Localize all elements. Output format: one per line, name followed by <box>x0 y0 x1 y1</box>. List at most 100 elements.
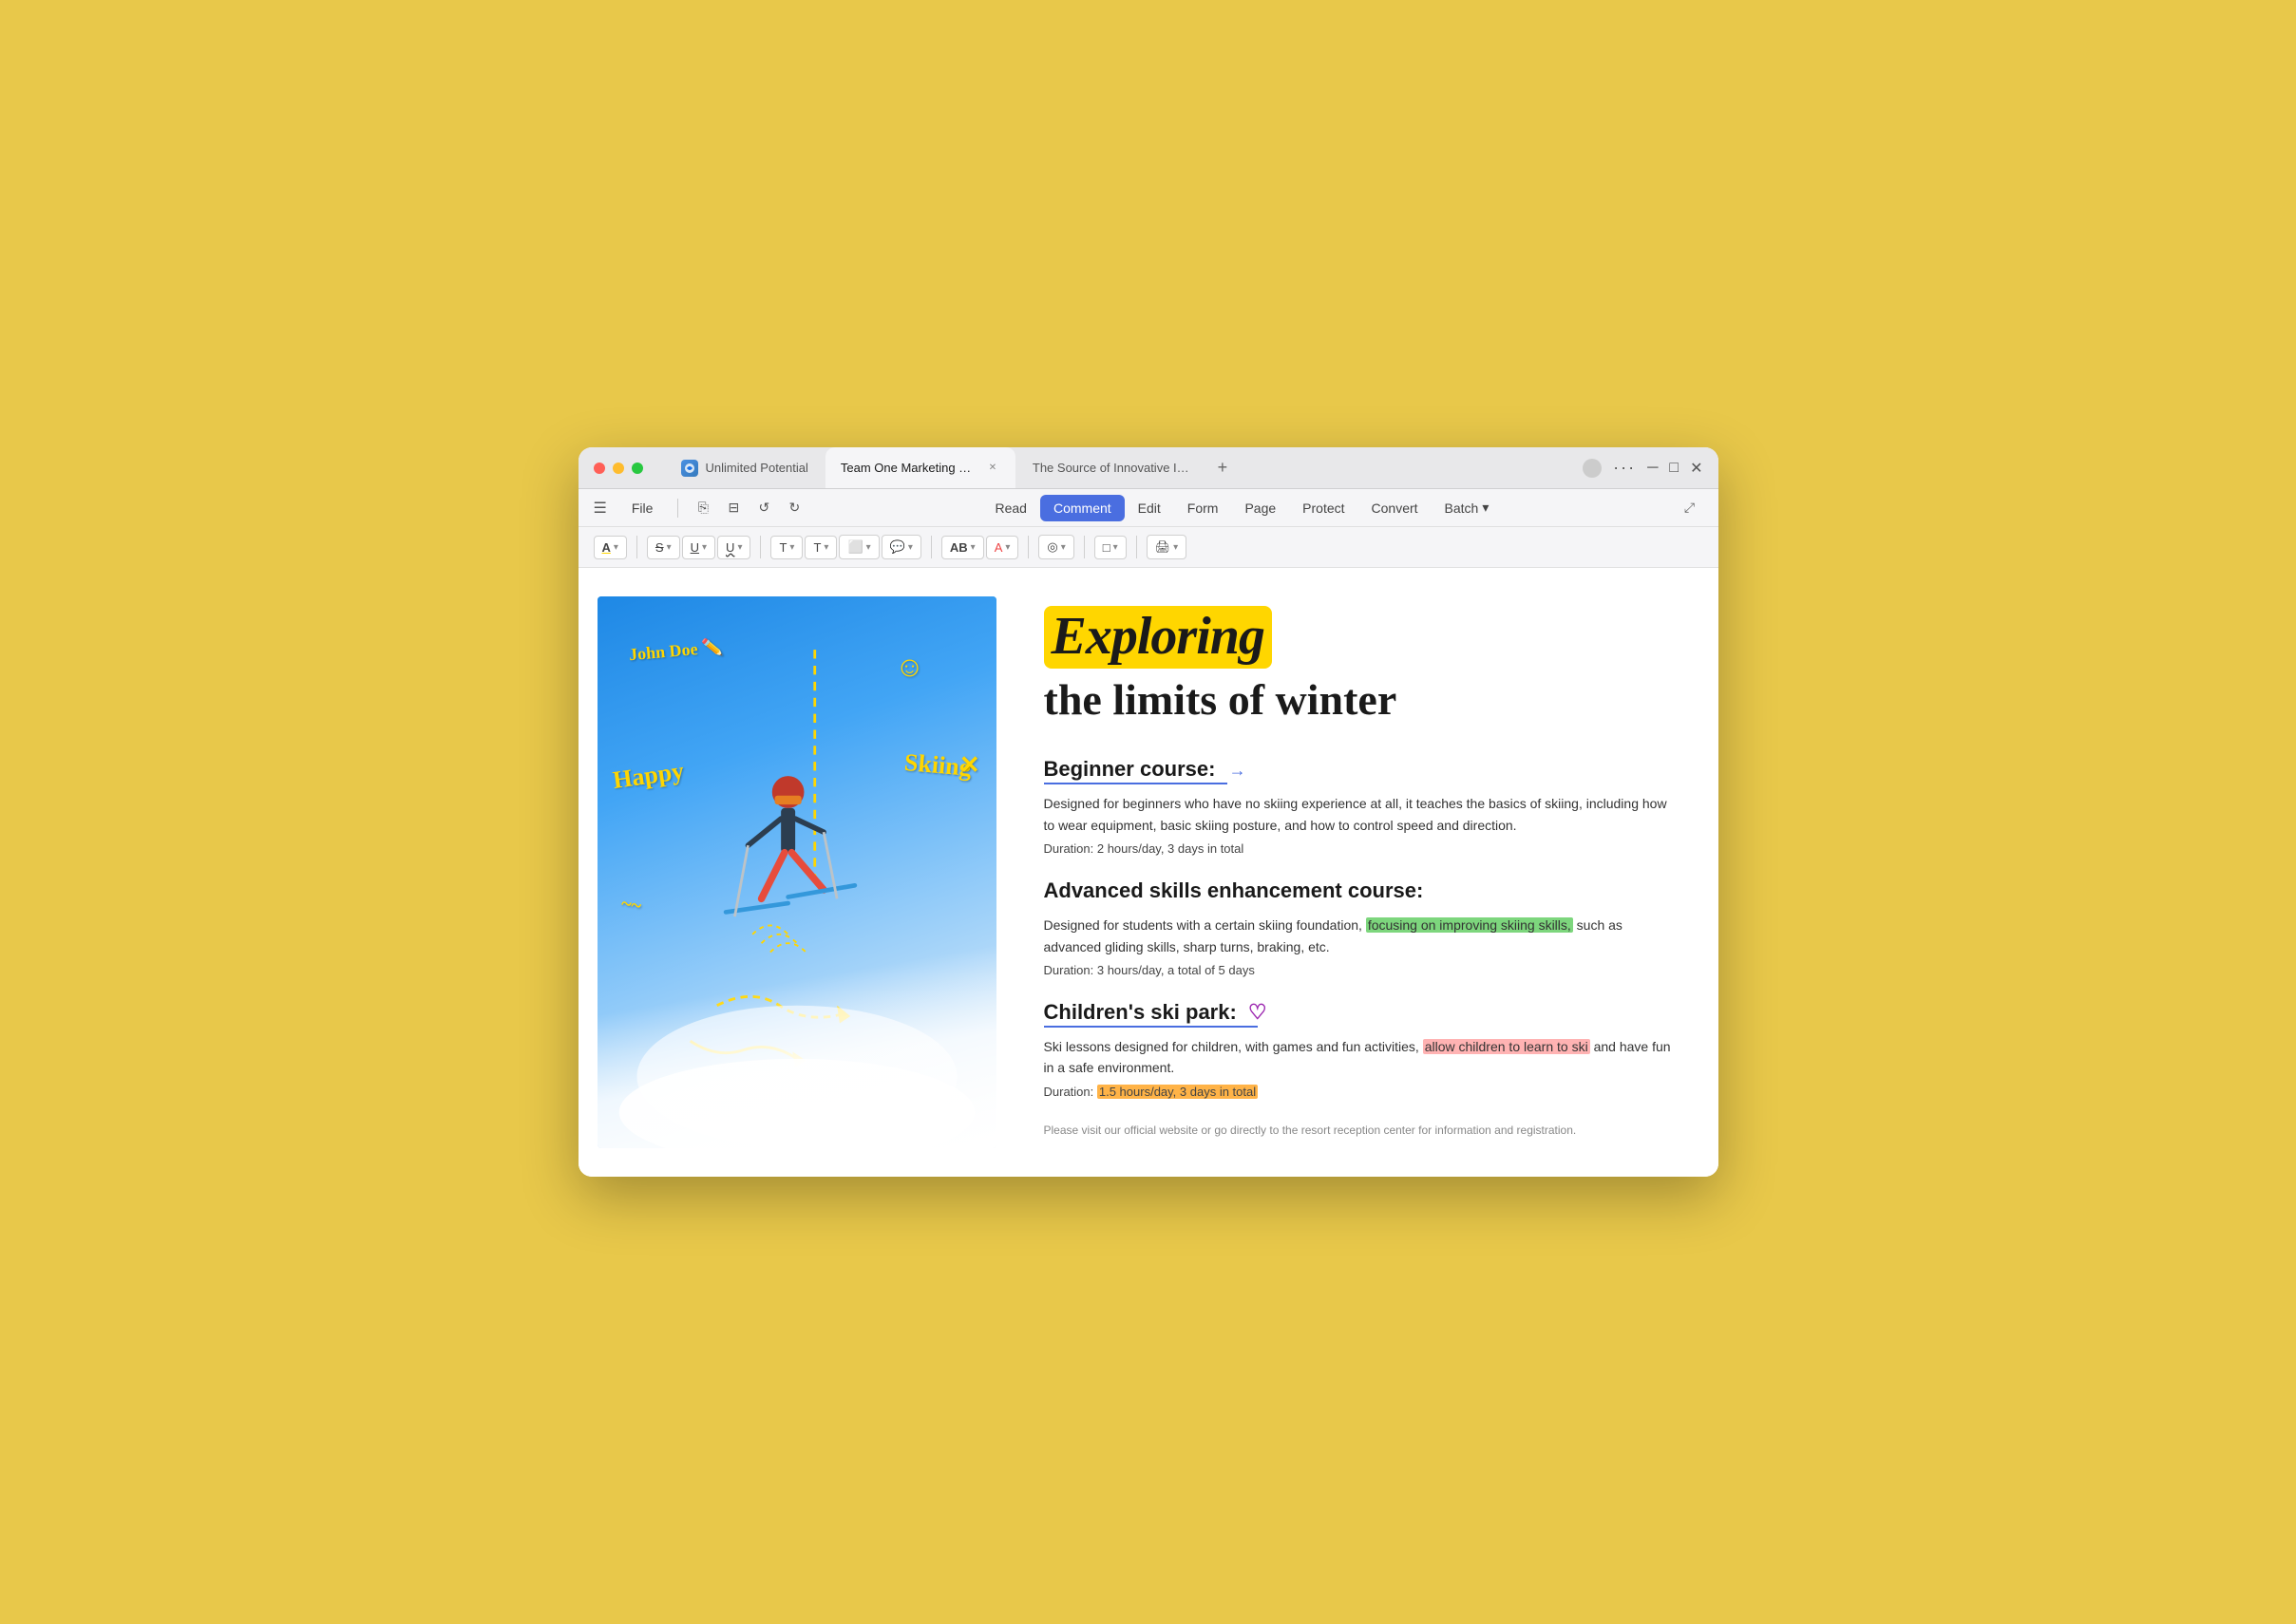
exploring-word: Exploring <box>1044 606 1272 669</box>
underline-chevron-icon: ▾ <box>702 542 707 553</box>
more-options-button[interactable]: ··· <box>1613 458 1636 478</box>
text-tools-group: T ▾ T ▾ ⬜ ▾ 💬 ▾ <box>770 535 920 559</box>
comment-chevron-icon: ▾ <box>908 542 913 553</box>
content-area: John Doe ✏️ ☺ Happy Skiing ✕ <box>579 568 1718 1177</box>
title-bar-actions: ··· ─ □ ✕ <box>1567 458 1717 478</box>
beginner-title: Beginner course: → <box>1044 757 1246 782</box>
menu-file[interactable]: File <box>618 495 667 521</box>
text-icon: T <box>779 540 787 555</box>
tab-source[interactable]: The Source of Innovative In... <box>1017 447 1207 488</box>
tab-label-team-one: Team One Marketing Str... <box>841 461 977 475</box>
hamburger-menu[interactable]: ☰ <box>594 499 607 518</box>
heart-icon: ♡ <box>1248 1000 1267 1024</box>
advanced-section: Advanced skills enhancement course: Desi… <box>1044 856 1680 977</box>
font-size-button[interactable]: AB ▾ <box>941 536 984 559</box>
fontsize-chevron-icon: ▾ <box>971 542 976 553</box>
print-chevron-icon: ▾ <box>1173 542 1178 553</box>
tab-label-source: The Source of Innovative In... <box>1033 461 1192 475</box>
tab-unlimited-potential[interactable]: Unlimited Potential <box>666 447 824 488</box>
children-title: Children's ski park: ♡ <box>1044 1000 1267 1025</box>
toolbar-divider-2 <box>760 536 761 558</box>
minimize-window-button[interactable] <box>613 463 624 474</box>
annotation-cross: ✕ <box>959 751 980 780</box>
menu-right: ⤢ <box>1677 495 1703 521</box>
shape-group: □ ▾ <box>1094 536 1127 559</box>
copy-icon[interactable]: ⎘ <box>690 495 716 521</box>
user-avatar[interactable] <box>1583 459 1602 478</box>
close-window-button[interactable] <box>594 463 605 474</box>
limits-line: the limits of winter <box>1044 675 1397 724</box>
textbox-button[interactable]: T ▾ <box>805 536 837 559</box>
squiggly-chevron-icon: ▾ <box>737 542 742 553</box>
browser-window: Unlimited Potential Team One Marketing S… <box>579 447 1718 1177</box>
highlight-button[interactable]: A ▾ <box>594 536 627 559</box>
menu-form[interactable]: Form <box>1174 495 1232 521</box>
squiggly-underline-button[interactable]: U ▾ <box>717 536 750 559</box>
print-button[interactable]: 🖨 ▾ <box>1147 535 1187 559</box>
underline-icon: U <box>691 540 699 555</box>
highlight-group: A ▾ <box>594 536 627 559</box>
eraser-chevron-icon: ▾ <box>1061 542 1066 553</box>
advanced-duration: Duration: 3 hours/day, a total of 5 days <box>1044 963 1680 977</box>
maximize-button[interactable]: □ <box>1669 460 1679 477</box>
advanced-highlight: focusing on improving skiing skills, <box>1366 917 1573 933</box>
highlight-icon: A <box>602 540 611 555</box>
print-icon[interactable]: ⊟ <box>720 495 747 521</box>
tab-close-button[interactable]: ✕ <box>985 461 1000 476</box>
print-icon: 🖨 <box>1155 539 1171 555</box>
strikethrough-chevron-icon: ▾ <box>667 542 672 553</box>
menu-protect[interactable]: Protect <box>1289 495 1357 521</box>
textbox-icon: T <box>813 540 821 555</box>
menu-batch[interactable]: Batch ▾ <box>1432 494 1503 521</box>
children-duration: Duration: 1.5 hours/day, 3 days in total <box>1044 1085 1680 1099</box>
shape-button[interactable]: □ ▾ <box>1094 536 1127 559</box>
textbox-chevron-icon: ▾ <box>824 542 828 553</box>
print-group: 🖨 ▾ <box>1147 535 1187 559</box>
maximize-window-button[interactable] <box>632 463 643 474</box>
window-controls <box>579 463 658 474</box>
annotation-happy: Happy <box>612 757 687 795</box>
children-section: Children's ski park: ♡ Ski lessons desig… <box>1044 977 1680 1099</box>
menu-edit[interactable]: Edit <box>1125 495 1174 521</box>
callout-icon: ⬜ <box>847 539 863 555</box>
ski-image-panel: John Doe ✏️ ☺ Happy Skiing ✕ <box>598 596 996 1148</box>
title-bar: Unlimited Potential Team One Marketing S… <box>579 447 1718 489</box>
text-button[interactable]: T ▾ <box>770 536 803 559</box>
document-content: John Doe ✏️ ☺ Happy Skiing ✕ <box>579 568 1718 1177</box>
shape-chevron-icon: ▾ <box>1113 542 1118 553</box>
children-highlight: allow children to learn to ski <box>1423 1039 1590 1054</box>
annotation-john-doe: John Doe ✏️ <box>628 636 724 665</box>
window-shadow: Unlimited Potential Team One Marketing S… <box>579 447 1718 1177</box>
font-color-icon: A <box>995 540 1003 555</box>
font-color-button[interactable]: A ▾ <box>986 536 1019 559</box>
minimize-button[interactable]: ─ <box>1647 460 1658 477</box>
strikethrough-button[interactable]: S ▾ <box>647 536 680 559</box>
tab-team-one[interactable]: Team One Marketing Str... ✕ <box>825 447 1015 488</box>
children-duration-highlight: 1.5 hours/day, 3 days in total <box>1097 1085 1258 1099</box>
beginner-body: Designed for beginners who have no skiin… <box>1044 793 1680 836</box>
tabs-area: Unlimited Potential Team One Marketing S… <box>658 447 1568 488</box>
hero-title: Exploring the limits of winter <box>1044 606 1680 727</box>
close-button[interactable]: ✕ <box>1690 459 1702 478</box>
eraser-group: ◎ ▾ <box>1038 535 1073 559</box>
menu-page[interactable]: Page <box>1231 495 1289 521</box>
eraser-button[interactable]: ◎ ▾ <box>1038 535 1073 559</box>
underline-button[interactable]: U ▾ <box>682 536 715 559</box>
font-size-icon: AB <box>950 540 968 555</box>
menu-comment[interactable]: Comment <box>1040 495 1125 521</box>
batch-chevron-icon: ▾ <box>1482 500 1489 516</box>
new-tab-button[interactable]: + <box>1209 455 1236 482</box>
annotation-squiggle: ~~ <box>619 893 642 917</box>
callout-button[interactable]: ⬜ ▾ <box>839 535 879 559</box>
footer-note: Please visit our official website or go … <box>1044 1122 1680 1139</box>
redo-icon[interactable]: ↻ <box>781 495 807 521</box>
menu-divider-1 <box>677 499 678 518</box>
menu-read[interactable]: Read <box>982 495 1040 521</box>
beginner-section: Beginner course: → Designed for beginner… <box>1044 734 1680 856</box>
undo-icon[interactable]: ↺ <box>750 495 777 521</box>
expand-button[interactable]: ⤢ <box>1677 495 1703 521</box>
tab-label-unlimited: Unlimited Potential <box>706 461 808 475</box>
eraser-icon: ◎ <box>1047 539 1057 555</box>
comment-button[interactable]: 💬 ▾ <box>882 535 921 559</box>
menu-convert[interactable]: Convert <box>1358 495 1432 521</box>
